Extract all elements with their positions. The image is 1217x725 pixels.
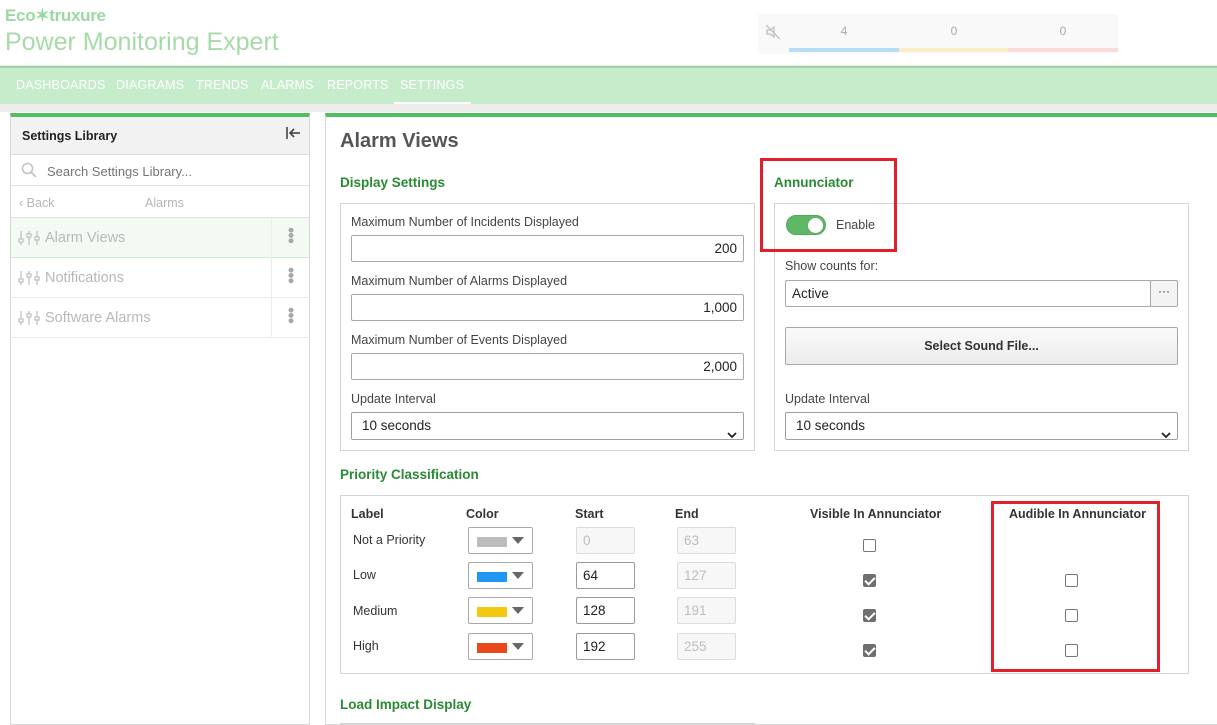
sidebar-item-label: Alarm Views: [45, 230, 126, 246]
start-input[interactable]: 128: [576, 597, 635, 624]
tab-alarms[interactable]: ALARMS: [261, 78, 314, 92]
visible-checkbox[interactable]: [863, 644, 876, 657]
color-picker[interactable]: [468, 633, 533, 660]
browse-button[interactable]: ···: [1150, 280, 1178, 307]
sidebar-item-software-alarms[interactable]: Software Alarms •••: [11, 298, 309, 338]
counter-bar: [899, 48, 1009, 52]
brand-logo: Eco✶truxure Power Monitoring Expert: [5, 6, 279, 57]
counter-bar: [789, 48, 899, 52]
more-options-icon[interactable]: •••: [281, 227, 301, 243]
annunciator-interval-select[interactable]: 10 seconds: [785, 412, 1178, 440]
visible-checkbox[interactable]: [863, 539, 876, 552]
load-impact-title: Load Impact Display: [340, 697, 472, 712]
dropdown-arrow-icon: [512, 607, 524, 614]
dropdown-arrow-icon: [512, 643, 524, 650]
col-color: Color: [466, 507, 499, 521]
alarm-counters: 4 0 0: [758, 14, 1118, 54]
max-events-input[interactable]: 2,000: [351, 353, 744, 380]
color-picker[interactable]: [468, 527, 533, 554]
start-input[interactable]: 192: [576, 633, 635, 660]
end-input: 127: [677, 562, 736, 589]
back-link[interactable]: ‹ Back: [19, 196, 54, 210]
sliders-icon: [18, 310, 40, 326]
show-counts-label: Show counts for:: [785, 259, 879, 273]
max-alarms-input[interactable]: 1,000: [351, 294, 744, 321]
sliders-icon: [18, 270, 40, 286]
select-sound-file-button[interactable]: Select Sound File...: [785, 327, 1178, 365]
max-incidents-input[interactable]: 200: [351, 235, 744, 262]
dropdown-arrow-icon: [512, 572, 524, 579]
ecostruxure-logo: Eco✶truxure: [5, 6, 106, 25]
page-title: Alarm Views: [340, 130, 459, 152]
sliders-icon: [18, 230, 40, 246]
settings-library-panel: Settings Library ‹ Back Alarms Alarm Vie…: [10, 113, 310, 725]
nav-divider: [0, 104, 1217, 112]
collapse-panel-icon[interactable]: [285, 125, 301, 146]
sidebar-header: Settings Library: [11, 117, 309, 155]
search-settings-input[interactable]: [47, 161, 297, 181]
chevron-down-icon: [1161, 422, 1171, 439]
priority-label: Not a Priority: [353, 533, 426, 547]
display-settings-title: Display Settings: [340, 175, 446, 190]
tab-diagrams[interactable]: DIAGRAMS: [116, 78, 184, 92]
dropdown-arrow-icon: [512, 537, 524, 544]
alarms-label: Maximum Number of Alarms Displayed: [351, 274, 568, 288]
more-options-icon[interactable]: •••: [281, 307, 301, 323]
end-input: 255: [677, 633, 736, 660]
main-nav: DASHBOARDS DIAGRAMS TRENDS ALARMS REPORT…: [0, 66, 1217, 105]
color-picker[interactable]: [468, 562, 533, 589]
show-counts-input[interactable]: Active: [785, 280, 1151, 307]
priority-label: Low: [353, 568, 376, 582]
sidebar-item-label: Notifications: [45, 270, 124, 286]
sidebar-search: [11, 155, 309, 186]
end-input: 191: [677, 597, 736, 624]
current-folder: Alarms: [145, 196, 184, 210]
sidebar-title: Settings Library: [22, 129, 118, 143]
search-icon: [21, 162, 37, 178]
tab-reports[interactable]: REPORTS: [327, 78, 389, 92]
sidebar-item-label: Software Alarms: [45, 310, 151, 326]
breadcrumb: ‹ Back Alarms: [11, 186, 309, 218]
priority-label: High: [353, 639, 379, 653]
product-name: Power Monitoring Expert: [5, 28, 279, 56]
end-input: 63: [677, 527, 736, 554]
incidents-label: Maximum Number of Incidents Displayed: [351, 215, 579, 229]
col-label: Label: [351, 507, 384, 521]
tab-settings[interactable]: SETTINGS: [394, 78, 472, 105]
annunciator-highlight: [760, 158, 897, 252]
visible-checkbox[interactable]: [863, 609, 876, 622]
color-picker[interactable]: [468, 597, 533, 624]
audible-column-highlight: [991, 501, 1160, 672]
annunciator-interval-label: Update Interval: [785, 392, 870, 406]
sidebar-item-notifications[interactable]: Notifications •••: [11, 258, 309, 298]
update-interval-select[interactable]: 10 seconds: [351, 412, 744, 440]
load-impact-box-edge: [340, 723, 755, 724]
update-interval-label: Update Interval: [351, 392, 436, 406]
settings-content: Alarm Views Display Settings Maximum Num…: [325, 113, 1217, 725]
chevron-left-icon: ‹: [19, 196, 24, 210]
chevron-down-icon: [727, 422, 737, 439]
events-label: Maximum Number of Events Displayed: [351, 333, 568, 347]
start-input: 0: [576, 527, 635, 554]
counter-medium[interactable]: 0: [899, 24, 1009, 52]
col-visible: Visible In Annunciator: [810, 507, 942, 521]
display-settings-box: Maximum Number of Incidents Displayed 20…: [340, 203, 755, 451]
priority-label: Medium: [353, 604, 398, 618]
counter-low[interactable]: 0: [1008, 24, 1118, 52]
col-start: Start: [575, 507, 604, 521]
counter-bar: [1008, 48, 1118, 52]
tab-dashboards[interactable]: DASHBOARDS: [16, 78, 106, 92]
priority-classification-title: Priority Classification: [340, 467, 479, 482]
counter-high[interactable]: 4: [789, 24, 899, 52]
speaker-muted-icon[interactable]: [764, 23, 782, 41]
visible-checkbox[interactable]: [863, 574, 876, 587]
col-end: End: [675, 507, 699, 521]
more-options-icon[interactable]: •••: [281, 267, 301, 283]
start-input[interactable]: 64: [576, 562, 635, 589]
tab-trends[interactable]: TRENDS: [196, 78, 249, 92]
app-header: Eco✶truxure Power Monitoring Expert 4 0 …: [0, 0, 1217, 66]
sidebar-item-alarm-views[interactable]: Alarm Views •••: [11, 218, 309, 258]
